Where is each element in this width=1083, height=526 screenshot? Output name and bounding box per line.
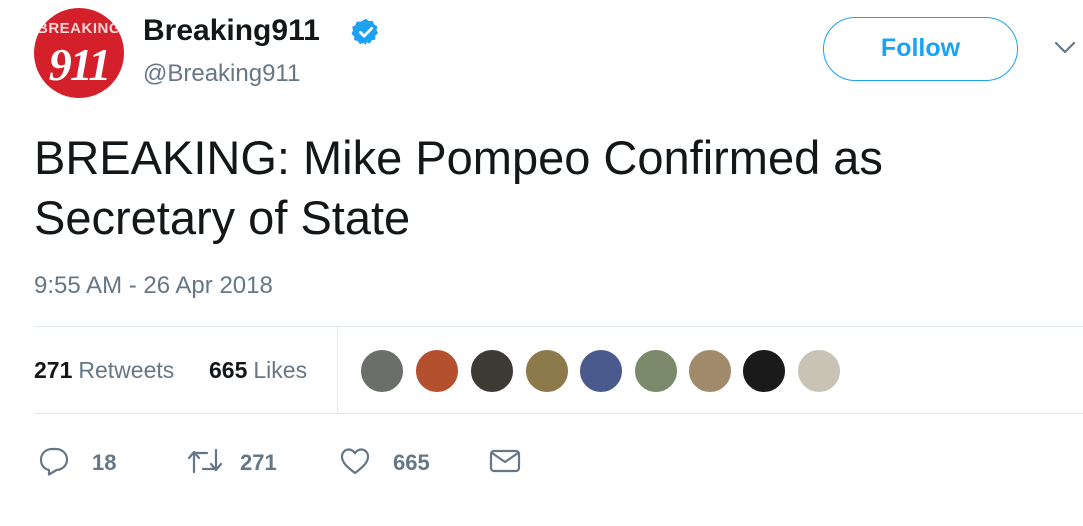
retweets-stat[interactable]: 271 Retweets	[34, 357, 174, 384]
direct-message-action[interactable]	[488, 446, 524, 476]
retweet-count: 271	[240, 450, 277, 475]
like-icon	[340, 448, 370, 475]
reply-action[interactable]: 18	[38, 446, 138, 476]
divider-top	[34, 326, 1083, 327]
liker-avatar-4[interactable]	[524, 348, 570, 394]
liker-avatar-7[interactable]	[687, 348, 733, 394]
likes-label: Likes	[253, 357, 308, 383]
liker-avatar-1[interactable]	[359, 348, 405, 394]
author-handle[interactable]: @Breaking911	[143, 60, 300, 88]
liker-avatar-2[interactable]	[414, 348, 460, 394]
retweets-count: 271	[34, 357, 73, 383]
tweet-text: BREAKING: Mike Pompeo Confirmed as Secre…	[34, 131, 883, 244]
avatar-logo-text: BREAKING	[36, 20, 121, 37]
stats-divider	[337, 326, 338, 413]
likes-stat[interactable]: 665 Likes	[209, 357, 307, 384]
liker-avatar-3[interactable]	[469, 348, 515, 394]
tweet-timestamp[interactable]: 9:55 AM - 26 Apr 2018	[34, 272, 273, 300]
reply-icon	[39, 447, 69, 476]
chevron-down-icon[interactable]	[1053, 40, 1077, 56]
likes-count: 665	[209, 357, 248, 383]
retweets-label: Retweets	[78, 357, 175, 383]
message-icon	[489, 449, 521, 473]
like-count: 665	[393, 450, 430, 475]
avatar-logo-number: 911	[48, 39, 111, 90]
divider-bottom	[34, 413, 1083, 414]
verified-badge-icon	[351, 17, 381, 47]
author-display-name[interactable]: Breaking911	[143, 14, 320, 48]
like-action[interactable]: 665	[339, 446, 449, 476]
follow-button[interactable]: Follow	[823, 17, 1018, 81]
liker-avatar-9[interactable]	[796, 348, 842, 394]
liker-avatar-8[interactable]	[741, 348, 787, 394]
liker-avatar-5[interactable]	[578, 348, 624, 394]
retweet-icon	[187, 448, 223, 474]
author-avatar[interactable]: BREAKING 911	[34, 8, 124, 98]
retweet-action[interactable]: 271	[186, 446, 296, 476]
liker-avatar-6[interactable]	[633, 348, 679, 394]
reply-count: 18	[92, 450, 117, 475]
